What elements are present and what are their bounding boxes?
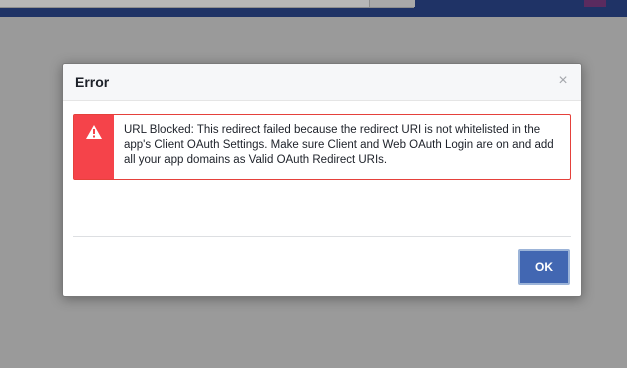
error-dialog: Error × URL Blocked: This redirect faile… — [62, 63, 582, 297]
dialog-header: Error × — [63, 64, 581, 101]
background-search-button — [369, 0, 415, 7]
dialog-divider — [73, 236, 571, 237]
warning-icon — [86, 125, 102, 139]
background-avatar — [584, 0, 606, 7]
background-top-bar — [0, 0, 627, 17]
dialog-title: Error — [75, 74, 110, 90]
error-message-text: URL Blocked: This redirect failed becaus… — [124, 124, 554, 166]
close-button[interactable]: × — [555, 73, 571, 89]
background-search-field — [0, 0, 415, 8]
ok-button[interactable]: OK — [518, 249, 570, 285]
error-message-box: URL Blocked: This redirect failed becaus… — [73, 114, 571, 180]
error-icon-area — [74, 115, 114, 179]
